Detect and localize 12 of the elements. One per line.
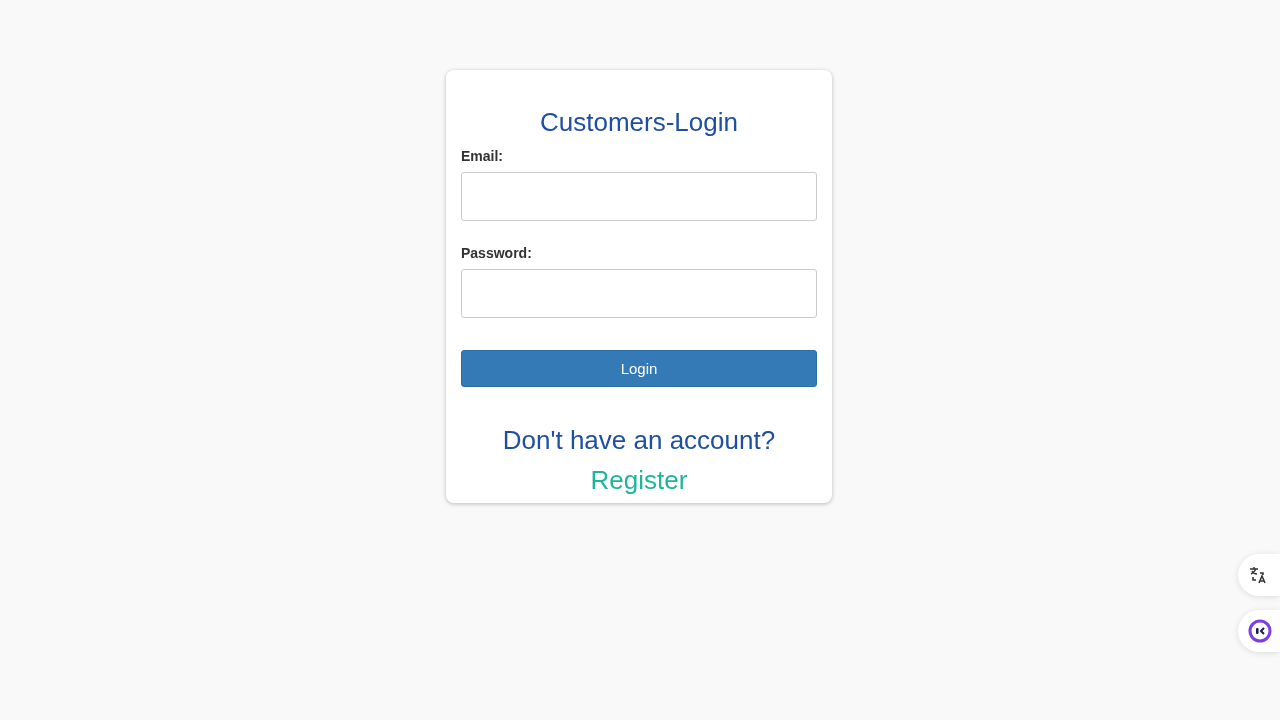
input-field[interactable] [461, 269, 817, 318]
field-label: Email: [461, 148, 503, 164]
login-title: Customers-Login [540, 106, 738, 138]
assistant-button[interactable] [1238, 610, 1280, 652]
register-link[interactable]: Register [590, 464, 688, 496]
login-button[interactable]: Login [461, 350, 817, 387]
field-label: Password: [461, 245, 532, 261]
input-field[interactable] [461, 172, 817, 221]
account-prompt: Don't have an account? [502, 424, 776, 456]
translate-icon [1248, 565, 1268, 585]
assistant-icon [1248, 619, 1272, 643]
translate-button[interactable] [1238, 554, 1280, 596]
